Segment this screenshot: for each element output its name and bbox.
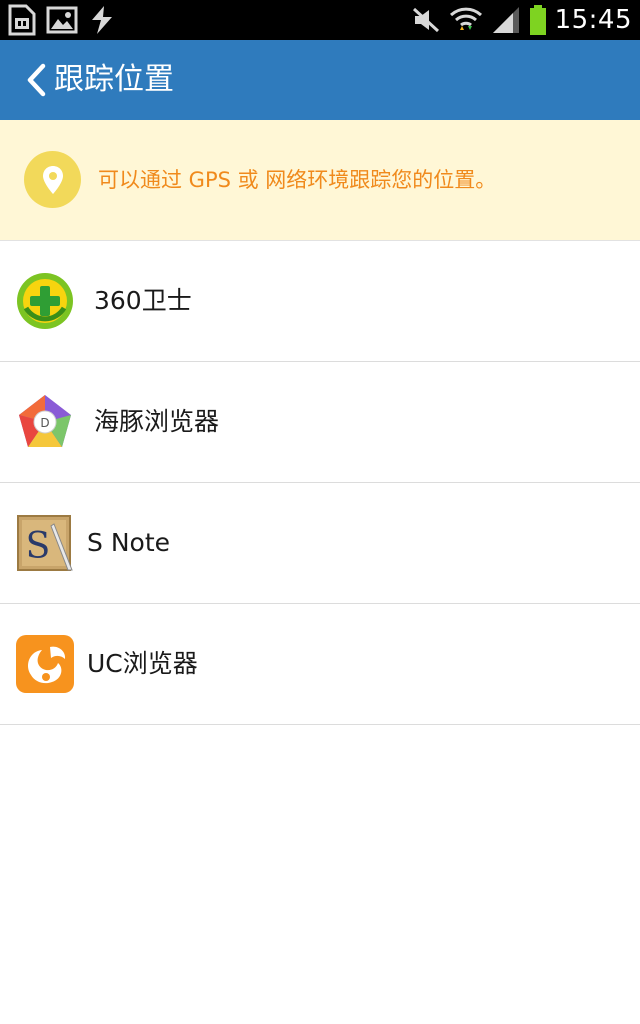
signal-icon [492,7,519,33]
chevron-left-icon [27,63,46,97]
app-bar: 跟踪位置 [0,40,640,120]
list-item-dolphin-browser[interactable]: D 海豚浏览器 [0,362,640,483]
s-note-icon: S [17,515,73,571]
location-pin-icon [24,151,81,208]
wifi-icon [449,7,482,30]
battery-icon [529,5,546,35]
list-item-360-security[interactable]: 360卫士 [0,241,640,362]
clock: 15:45 [554,5,632,35]
list-item-s-note[interactable]: S S Note [0,483,640,604]
sim-card-icon [8,4,36,36]
usb-debug-icon [92,6,112,34]
app-label: 海豚浏览器 [94,407,220,436]
app-label: S Note [87,528,170,557]
status-bar: 15:45 [0,0,640,40]
mute-icon [412,7,439,33]
status-bar-notifications [6,4,116,36]
svg-text:S: S [26,526,51,567]
location-info-banner: 可以通过 GPS 或 网络环境跟踪您的位置。 [0,120,640,241]
app-label: 360卫士 [94,286,192,315]
uc-browser-icon [16,635,74,693]
360-security-icon [17,273,73,329]
app-list: 360卫士 D 海豚浏览器 S S Note UC浏览器 [0,241,640,725]
svg-text:D: D [40,416,49,430]
status-bar-system: 15:45 [411,0,632,40]
list-item-uc-browser[interactable]: UC浏览器 [0,604,640,725]
banner-text: 可以通过 GPS 或 网络环境跟踪您的位置。 [98,168,497,192]
dolphin-browser-icon: D [19,395,71,447]
app-label: UC浏览器 [87,649,198,678]
image-notification-icon [46,6,78,34]
page-title: 跟踪位置 [54,62,174,97]
